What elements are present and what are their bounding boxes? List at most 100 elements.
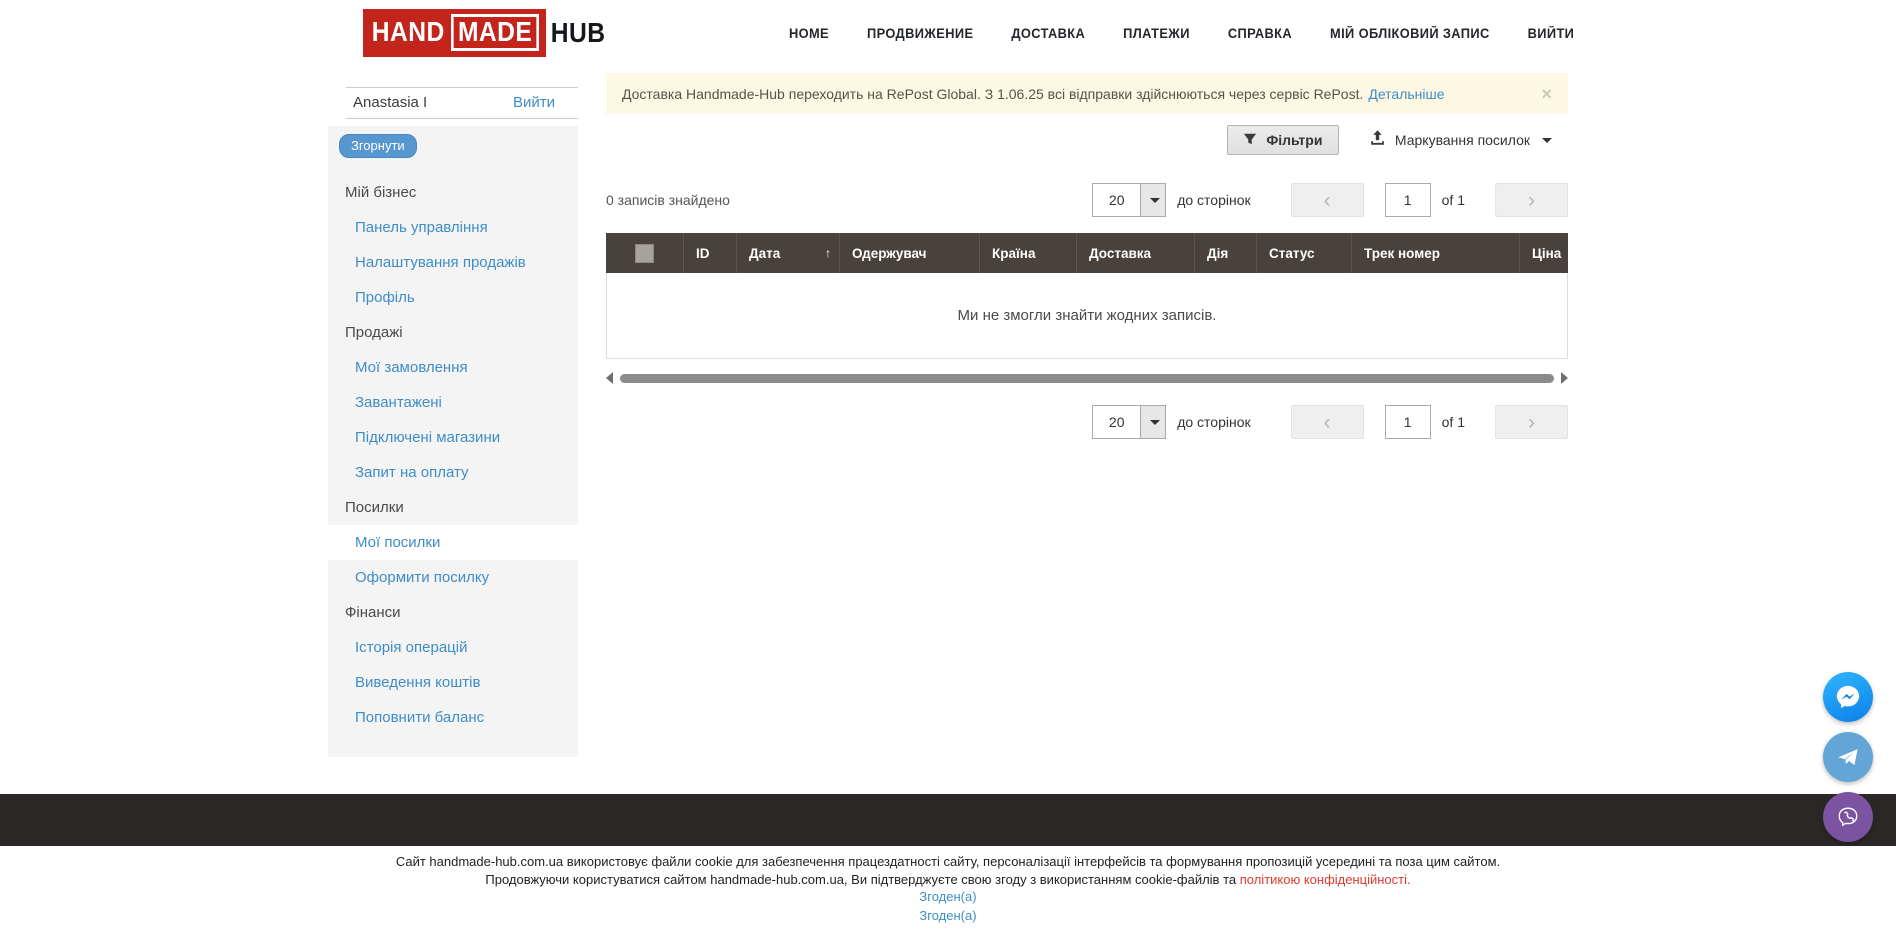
logo-red-box: HAND MADE [363,9,546,57]
nav-help[interactable]: СПРАВКА [1227,26,1291,41]
parcels-table: ID Дата ↑ Одержувач Країна Доставка Дія … [606,233,1568,359]
sidebar-item-transactions-history[interactable]: Історія операцій [328,630,578,665]
sidebar: Anastasia I Вийти Згорнути Мій бізнес Па… [328,66,578,757]
col-status[interactable]: Статус [1257,233,1352,273]
pagination-bottom: 20 до сторінок ‹ of 1 › [1092,405,1568,439]
footer-dark-bar [0,794,1896,846]
results-count: 0 записів знайдено [606,192,730,208]
col-price[interactable]: Ціна [1520,233,1568,273]
col-date[interactable]: Дата ↑ [737,233,840,273]
cookie-notice-line1: Сайт handmade-hub.com.ua використовує фа… [0,853,1896,871]
cookie-notice-line2: Продовжуючи користуватися сайтом handmad… [0,871,1896,889]
nav-my-account[interactable]: МІЙ ОБЛІКОВИЙ ЗАПИС [1330,26,1490,41]
page: HAND MADE HUB HOME ПРОДВИЖЕНИЕ ДОСТАВКА … [0,0,1896,937]
per-page-label: до сторінок [1177,414,1250,430]
prev-page-button[interactable]: ‹ [1291,405,1364,439]
privacy-policy-link[interactable]: політикою конфіденційності. [1240,872,1411,887]
col-delivery[interactable]: Доставка [1077,233,1195,273]
col-country[interactable]: Країна [980,233,1077,273]
collapse-button[interactable]: Згорнути [339,134,417,158]
empty-message: Ми не змогли знайти жодних записів. [958,307,1217,324]
table-header-row: ID Дата ↑ Одержувач Країна Доставка Дія … [606,233,1568,273]
select-arrow-button[interactable] [1140,406,1165,438]
sidebar-menu: Мій бізнес Панель управління Налаштуванн… [328,175,578,735]
banner-text: Доставка Handmade-Hub переходить на RePo… [622,86,1363,102]
page-number-input[interactable] [1385,183,1431,217]
prev-page-button[interactable]: ‹ [1291,183,1364,217]
social-widgets [1823,672,1873,842]
sidebar-panel: Згорнути Мій бізнес Панель управління На… [328,126,578,757]
sidebar-item-profile[interactable]: Профіль [328,280,578,315]
per-page-select[interactable]: 20 [1092,405,1166,439]
sidebar-item-my-parcels[interactable]: Мої посилки [328,525,578,560]
user-row: Anastasia I Вийти [346,87,578,119]
sidebar-item-payment-request[interactable]: Запит на оплату [328,455,578,490]
agree-link-1[interactable]: Згоден(а) [0,888,1896,907]
nav-payments[interactable]: ПЛАТЕЖИ [1123,26,1190,41]
footer-text: Сайт handmade-hub.com.ua використовує фа… [0,853,1896,925]
main-content: Доставка Handmade-Hub переходить на RePo… [606,66,1568,439]
select-arrow-button[interactable] [1140,184,1165,216]
cookie-notice-line2-text: Продовжуючи користуватися сайтом handmad… [485,872,1239,887]
chevron-down-icon [1150,420,1160,425]
scrollbar-track[interactable] [620,374,1554,383]
per-page-value: 20 [1093,184,1140,216]
parcel-marking-dropdown[interactable]: Маркування посилок [1369,129,1552,151]
pagination-top: 20 до сторінок ‹ of 1 › [1092,183,1568,217]
upload-icon [1369,129,1386,151]
telegram-icon[interactable] [1823,732,1873,782]
top-header: HAND MADE HUB HOME ПРОДВИЖЕНИЕ ДОСТАВКА … [0,0,1896,66]
banner-details-link[interactable]: Детальніше [1368,86,1444,102]
chevron-down-icon [1150,198,1160,203]
col-action[interactable]: Дія [1195,233,1257,273]
sort-asc-icon[interactable]: ↑ [825,246,831,260]
col-track-number[interactable]: Трек номер [1352,233,1520,273]
page-of-label: of 1 [1442,414,1465,430]
agree-link-2[interactable]: Згоден(а) [0,907,1896,926]
section-my-business: Мій бізнес [328,175,578,210]
viber-icon[interactable] [1823,792,1873,842]
notification-banner: Доставка Handmade-Hub переходить на RePo… [606,73,1568,114]
col-recipient[interactable]: Одержувач [840,233,980,273]
messenger-icon[interactable] [1823,672,1873,722]
page-of-label: of 1 [1442,192,1465,208]
sidebar-item-dashboard[interactable]: Панель управління [328,210,578,245]
sidebar-item-my-orders[interactable]: Мої замовлення [328,350,578,385]
horizontal-scrollbar [606,371,1568,385]
nav-delivery[interactable]: ДОСТАВКА [1011,26,1085,41]
logo-made-text: MADE [451,14,539,51]
scroll-right-icon[interactable] [1561,372,1568,384]
select-all-checkbox[interactable] [635,244,654,263]
scrollbar-thumb[interactable] [620,374,1554,383]
main-nav: HOME ПРОДВИЖЕНИЕ ДОСТАВКА ПЛАТЕЖИ СПРАВК… [789,26,1574,41]
username: Anastasia I [353,94,427,111]
chevron-down-icon [1542,138,1552,143]
per-page-select[interactable]: 20 [1092,183,1166,217]
next-page-button[interactable]: › [1495,183,1568,217]
logo-hub-text: HUB [551,17,606,49]
handmadehub-logo[interactable]: HAND MADE HUB [363,9,605,57]
sidebar-item-connected-shops[interactable]: Підключені магазини [328,420,578,455]
filters-button[interactable]: Фільтри [1227,125,1339,155]
col-id[interactable]: ID [684,233,737,273]
nav-home[interactable]: HOME [789,26,829,41]
results-row: 0 записів знайдено 20 до сторінок ‹ of 1… [606,183,1568,217]
scroll-left-icon[interactable] [606,372,613,384]
sidebar-item-create-parcel[interactable]: Оформити посилку [328,560,578,595]
sidebar-item-withdraw-funds[interactable]: Виведення коштів [328,665,578,700]
pagination-bottom-row: 20 до сторінок ‹ of 1 › [606,405,1568,439]
logo-hand-text: HAND [372,16,445,48]
toolbar: Фільтри Маркування посилок [606,125,1568,155]
sidebar-item-sales-settings[interactable]: Налаштування продажів [328,245,578,280]
page-number-input[interactable] [1385,405,1431,439]
nav-promotion[interactable]: ПРОДВИЖЕНИЕ [867,26,973,41]
per-page-value: 20 [1093,406,1140,438]
sidebar-logout-link[interactable]: Вийти [513,94,555,111]
sidebar-item-top-up-balance[interactable]: Поповнити баланс [328,700,578,735]
nav-logout[interactable]: ВИЙТИ [1527,26,1574,41]
banner-close-icon[interactable]: × [1541,85,1552,103]
col-date-label: Дата [749,246,780,261]
filters-button-label: Фільтри [1266,132,1322,148]
next-page-button[interactable]: › [1495,405,1568,439]
sidebar-item-uploaded[interactable]: Завантажені [328,385,578,420]
